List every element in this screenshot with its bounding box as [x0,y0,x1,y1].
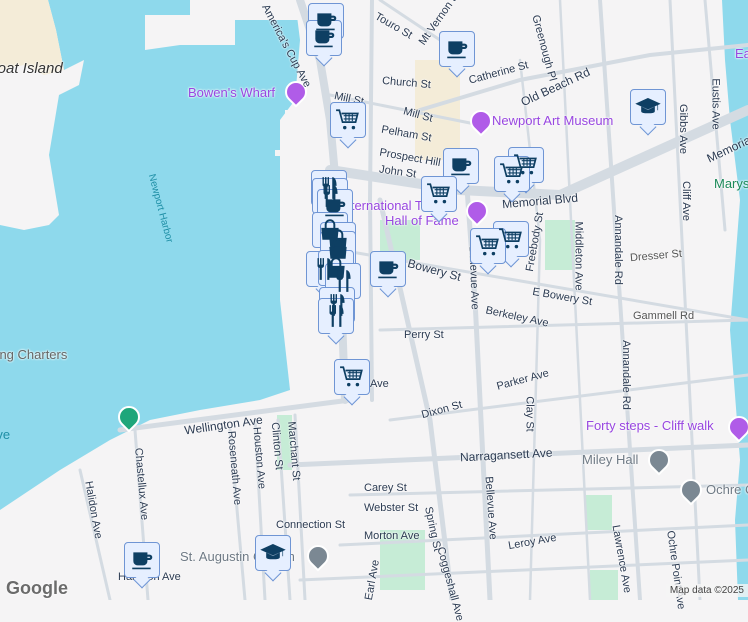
street-label: Connection St [276,519,346,531]
street-label: Webster St [364,502,419,514]
shopping-cart-icon [498,226,524,252]
school-marker[interactable] [630,89,666,125]
street-label: Carey St [364,482,407,494]
street-label: Clay St [523,396,536,432]
street-label: Eustis Ave [709,78,722,130]
graduation-cap-icon [260,540,286,566]
street-label: Gammell Rd [633,310,695,322]
coffee-icon [375,256,401,282]
coffee-icon [311,25,337,51]
poi-bowens-wharf[interactable]: Bowen's Wharf [188,85,275,100]
school-marker[interactable] [255,535,291,571]
coffee-icon [129,547,155,573]
coffee-marker[interactable] [370,251,406,287]
poi-marys[interactable]: Marys [714,176,748,191]
coffee-icon [444,36,470,62]
coffee-icon [448,153,474,179]
grocery-marker[interactable] [330,102,366,138]
poi-newport-art-museum[interactable]: Newport Art Museum [492,113,613,128]
goat-island-label: Goat Island [0,60,63,77]
grocery-marker[interactable] [494,156,530,192]
street-label: Gibbs Ave [676,104,689,154]
street-label: Perry St [404,329,444,341]
shopping-cart-icon [339,364,365,390]
shopping-cart-icon [475,233,501,259]
poi-miley-hall[interactable]: Miley Hall [582,452,638,467]
shopping-cart-icon [426,181,452,207]
shopping-cart-icon [499,161,525,187]
coffee-marker[interactable] [443,148,479,184]
coffee-marker[interactable] [439,31,475,67]
poi-east[interactable]: East [735,46,748,61]
street-label: Morton Ave [364,530,420,542]
water-label-fragment: Ave [0,427,11,442]
coffee-marker[interactable] [306,20,342,56]
grocery-marker[interactable] [421,176,457,212]
fishing-charters-label: Fishing Charters [0,347,68,362]
poi-tennis-hof-line2[interactable]: Hall of Fame [385,213,459,228]
street-label: Annandale Rd [611,215,624,285]
grocery-marker[interactable] [334,359,370,395]
street-label: Middleton Ave [572,221,585,291]
coffee-marker[interactable] [124,542,160,578]
poi-forty-steps[interactable]: Forty steps - Cliff walk [586,418,714,433]
google-logo: Google [6,578,68,598]
grocery-marker[interactable] [470,228,506,264]
east-water [722,0,748,600]
map-attribution[interactable]: Map data ©2025 [665,584,748,597]
restaurant-marker[interactable] [318,298,354,334]
street-label-fragment: Ave [370,378,389,390]
graduation-cap-icon [635,94,661,120]
shopping-cart-icon [335,107,361,133]
street-label: Cliff Ave [679,181,692,221]
street-label: Annandale Rd [619,340,632,410]
restaurant-icon [323,303,349,329]
restaurant-icon [330,268,356,294]
poi-ochre-court[interactable]: Ochre Court [706,482,748,497]
